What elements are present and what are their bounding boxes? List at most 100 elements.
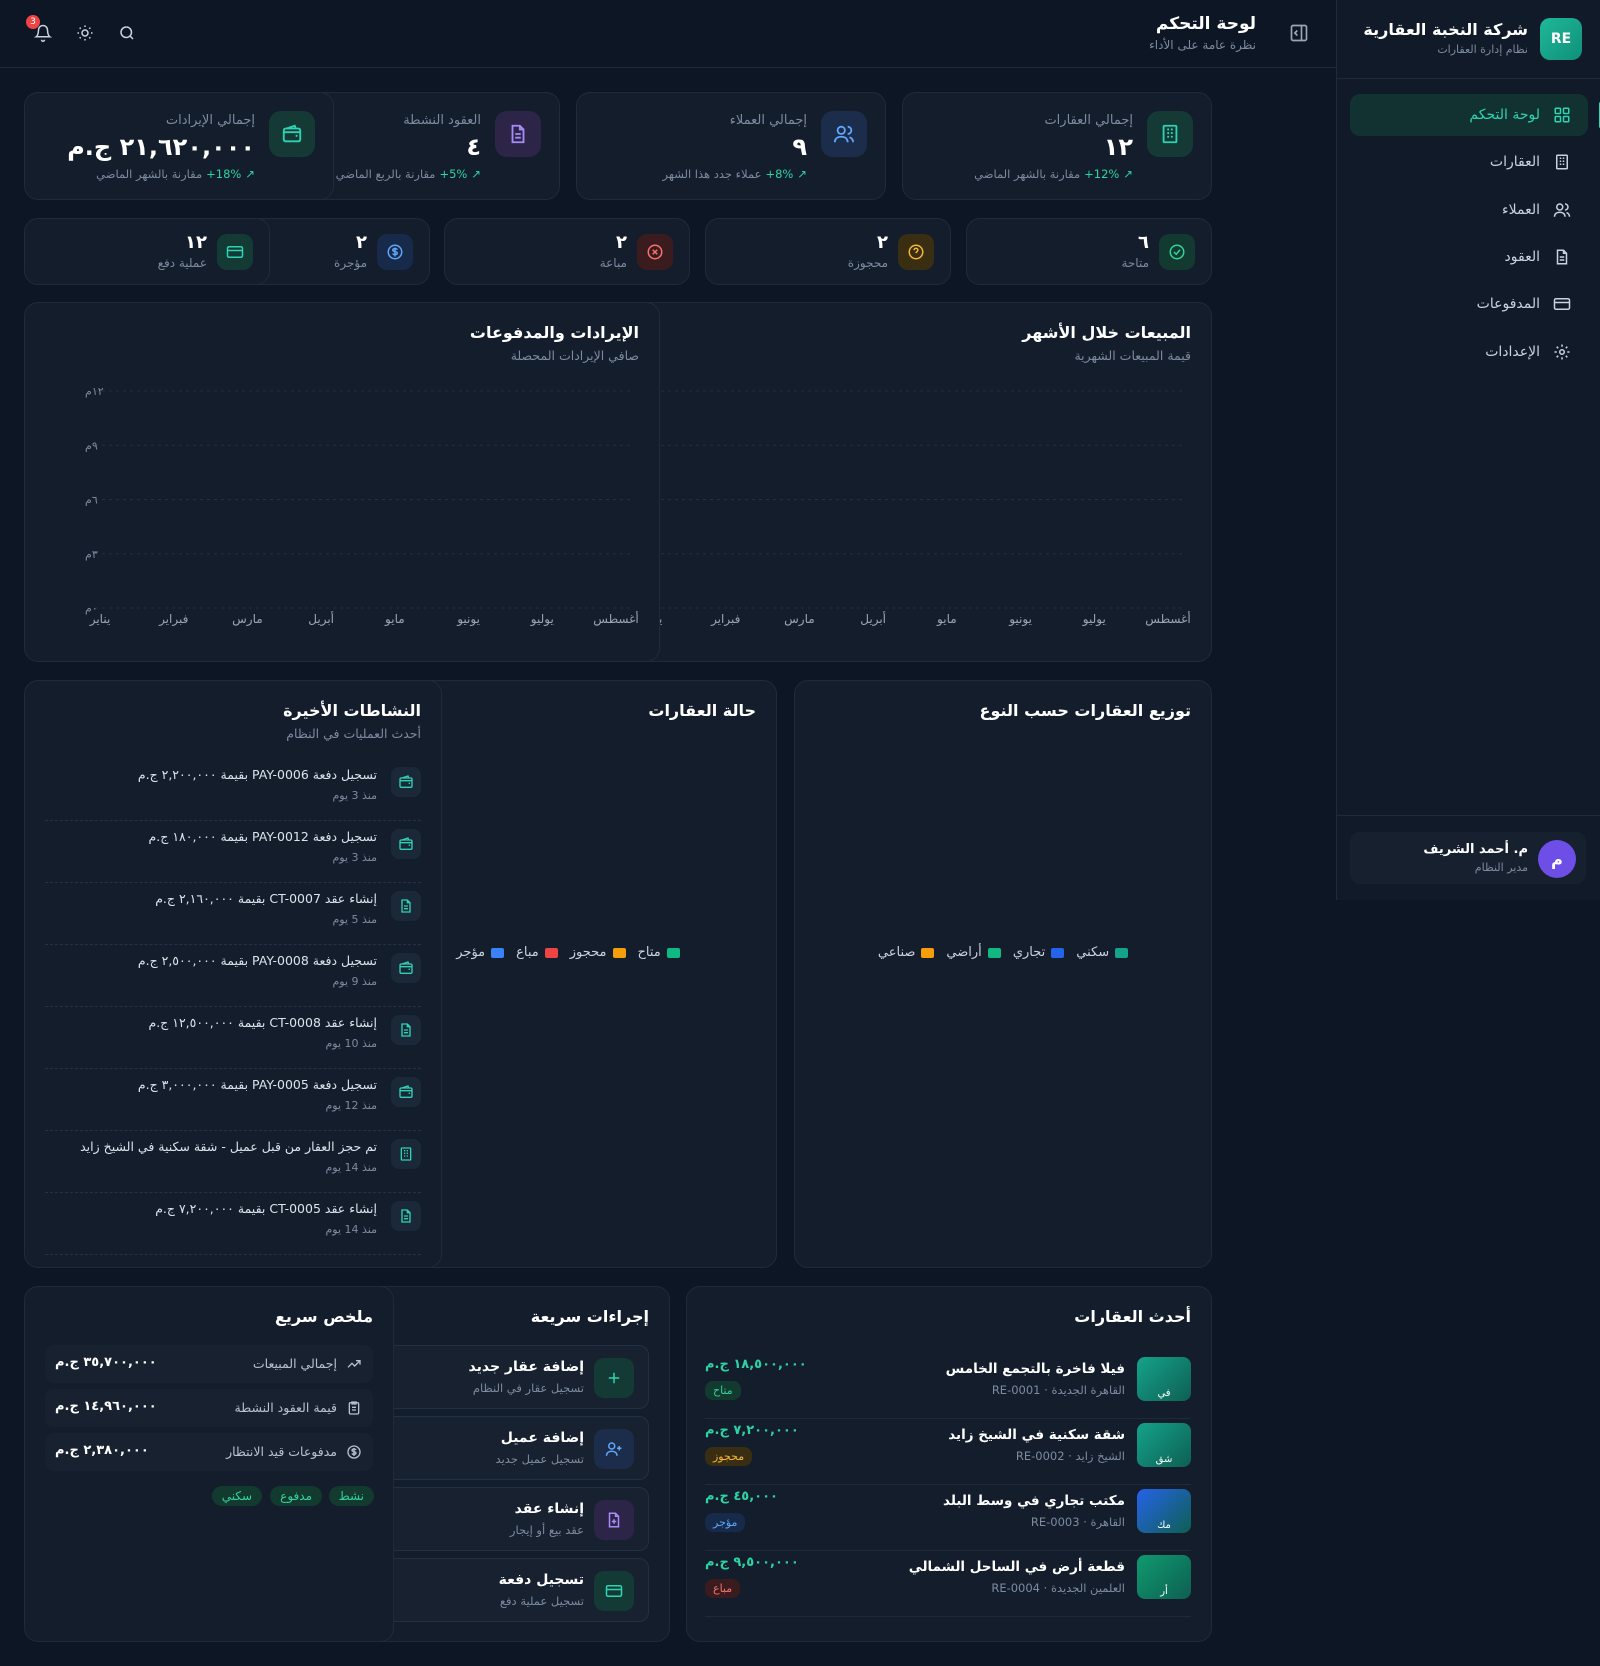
x-tick-label: يوليو [1082,612,1106,627]
sidebar-item-label: لوحة التحكم [1469,107,1540,123]
stat-percent: 8%+ [765,167,794,181]
legend-swatch [491,947,505,958]
legend-swatch [666,947,680,958]
grid-icon [1552,105,1572,125]
activity-item: تسجيل دفعة PAY-0012 بقيمة ١٨٠,٠٠٠ ج.م منذ… [45,821,421,883]
mini-stat-value: ٢ [616,232,627,253]
wallet-icon [391,767,421,797]
x-tick-label: يونيو [456,612,480,627]
legend-label: سكني [1076,945,1110,960]
property-thumbnail: مك [1137,1489,1191,1533]
legend-item: متاح [638,945,680,960]
x-tick-label: يونيو [1008,612,1032,627]
activity-text: تسجيل دفعة PAY-0012 بقيمة ١٨٠,٠٠٠ ج.م [148,829,377,844]
x-circle-icon [637,234,673,270]
property-meta: القاهرة · RE-0003 [1030,1515,1125,1529]
stat-percent: 18%+ [206,167,242,181]
building-icon [1147,111,1193,157]
mini-stat-label: مؤجرة [334,256,367,270]
revenue-chart-card: الإيرادات والمدفوعات صافي الإيرادات المح… [24,302,660,662]
sidebar-divider [1337,815,1600,816]
gear-icon [1552,342,1572,362]
status-badge: محجوز [705,1447,753,1466]
x-tick-label: مايو [936,612,957,627]
avatar: م [1538,840,1576,878]
x-tick-label: مارس [784,612,815,627]
search-button[interactable] [114,20,140,46]
tag-badge[interactable]: مدفوع [270,1486,322,1506]
stat-label: إجمالي العقارات [1044,113,1133,128]
legend-item: محجوز [570,945,626,960]
stat-value: ٩ [792,133,807,161]
activity-item: إنشاء عقد CT-0005 بقيمة ٧,٢٠٠,٠٠٠ ج.م منذ… [45,1193,421,1255]
document-icon [391,1015,421,1045]
property-price: ٩,٥٠٠,٠٠٠ ج.م [705,1555,799,1570]
summary-value: ٣٥,٧٠٠,٠٠٠ ج.م [55,1355,157,1370]
tag-badge[interactable]: نشط [328,1486,374,1506]
stat-note: عملاء جدد هذا الشهر [662,167,762,181]
quick-action-subtitle: تسجيل عملية دفع [499,1594,584,1608]
y-tick-label: ٣م [85,548,98,561]
card-title: النشاطات الأخيرة [283,701,421,720]
tag-badge[interactable]: سكني [211,1486,262,1506]
dollar-circle-icon [377,234,413,270]
mini-stat-value: ١٢ [185,232,207,253]
property-row[interactable]: أر قطعة أرض في الساحل الشمالي العلمين الجد… [705,1551,1191,1617]
property-name: فيلا فاخرة بالتجمع الخامس [945,1361,1125,1377]
trend-up-icon: ↗ [1123,167,1133,181]
user-profile[interactable]: م م. أحمد الشريف مدير النظام [1350,832,1586,884]
theme-toggle-button[interactable] [72,20,98,46]
legend-label: صناعي [877,945,916,960]
property-row[interactable]: في فيلا فاخرة بالتجمع الخامس القاهرة الجدي… [705,1353,1191,1419]
property-row[interactable]: شق شقة سكنية في الشيخ زايد الشيخ زايد · RE… [705,1419,1191,1485]
stat-note: مقارنة بالشهر الماضي [974,167,1081,181]
activity-text: تسجيل دفعة PAY-0006 بقيمة ٢,٢٠٠,٠٠٠ ج.م [137,767,377,782]
credit-card-icon [1552,294,1572,314]
mini-stat-label: متاحة [1121,256,1149,270]
plus-icon [594,1358,634,1398]
stat-total-clients: إجمالي العملاء ٩ ↗ 8%+ عملاء جدد هذا الشهر [576,92,886,200]
user-name: م. أحمد الشريف [1423,842,1528,857]
wallet-icon [391,1077,421,1107]
company-subtitle: نظام إدارة العقارات [1437,43,1528,56]
legend-swatch [987,947,1001,958]
sidebar-item-properties[interactable]: العقارات [1350,141,1588,183]
sidebar-item-clients[interactable]: العملاء [1350,189,1588,231]
sidebar-item-label: العملاء [1502,202,1540,218]
users-icon [1552,200,1572,220]
mini-stat-value: ٢ [877,232,888,253]
sidebar-item-payments[interactable]: المدفوعات [1350,283,1588,325]
stat-trend: ↗ 5%+ مقارنة بالربع الماضي [336,167,481,181]
activity-item: تسجيل دفعة PAY-0008 بقيمة ٢,٥٠٠,٠٠٠ ج.م م… [45,945,421,1007]
file-plus-icon [594,1500,634,1540]
x-tick-label: أغسطس [1145,611,1190,627]
sidebar-item-dashboard[interactable]: لوحة التحكم [1350,94,1600,136]
stat-trend: ↗ 8%+ عملاء جدد هذا الشهر [663,167,807,181]
summary-tags: نشط مدفوع سكني [24,0,394,1506]
legend-item: سكني [1076,945,1129,960]
property-row[interactable]: مك مكتب تجاري في وسط البلد القاهرة · RE-00… [705,1485,1191,1551]
sidebar-item-contracts[interactable]: العقود [1350,236,1588,278]
quick-action-subtitle: تسجيل عقار في النظام [472,1381,584,1395]
stat-label: إجمالي العملاء [729,113,807,128]
activity-text: إنشاء عقد CT-0005 بقيمة ٧,٢٠٠,٠٠٠ ج.م [155,1201,377,1216]
latest-properties-card: أحدث العقارات في فيلا فاخرة بالتجمع الخام… [686,1286,1212,1642]
activity-time: منذ 10 يوم [325,1037,377,1050]
sidebar-toggle-button[interactable] [1286,20,1312,46]
wallet-icon [269,111,315,157]
stat-percent: 5%+ [439,167,468,181]
stat-percent: 12%+ [1084,167,1120,181]
page-title: لوحة التحكم [1155,14,1256,34]
card-subtitle: أحدث العمليات في النظام [286,726,421,741]
property-price: ١٨,٥٠٠,٠٠٠ ج.م [705,1357,807,1372]
document-icon [391,1201,421,1231]
building-icon [391,1139,421,1169]
notifications-button[interactable]: 3 [26,15,56,46]
activity-item: إنشاء عقد CT-0007 بقيمة ٢,١٦٠,٠٠٠ ج.م منذ… [45,883,421,945]
x-tick-label: يوليو [530,612,554,627]
legend-item: تجاري [1013,945,1065,960]
credit-card-icon [217,234,253,270]
property-thumbnail: أر [1137,1555,1191,1599]
chart-legend: سكني تجاري أراضي صناعي [795,945,1211,960]
sidebar-item-settings[interactable]: الإعدادات [1350,331,1588,373]
